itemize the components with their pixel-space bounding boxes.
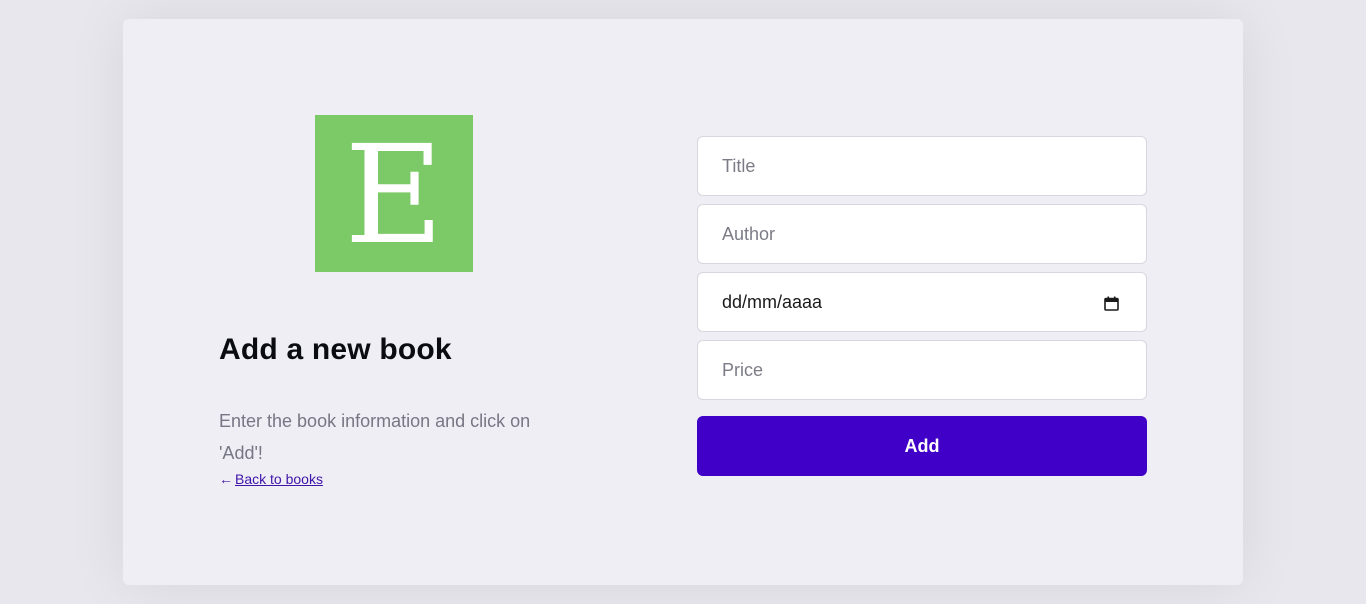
logo: E: [315, 115, 473, 272]
logo-letter: E: [344, 116, 444, 275]
page-title: Add a new book: [219, 333, 452, 366]
publication-date-input[interactable]: dd/mm/aaaa: [697, 272, 1147, 332]
price-input[interactable]: [697, 340, 1147, 400]
calendar-icon[interactable]: [1104, 295, 1119, 311]
back-to-books-link[interactable]: ← Back to books: [219, 471, 323, 487]
add-book-card: E Add a new book Enter the book informat…: [123, 19, 1243, 585]
arrow-left-icon: ←: [219, 471, 233, 487]
author-input[interactable]: [697, 204, 1147, 264]
title-input[interactable]: [697, 136, 1147, 196]
page-description: Enter the book information and click on …: [219, 411, 531, 463]
back-link-label: Back to books: [235, 471, 323, 487]
date-placeholder: dd/mm/aaaa: [722, 291, 823, 312]
add-button[interactable]: Add: [697, 416, 1147, 476]
